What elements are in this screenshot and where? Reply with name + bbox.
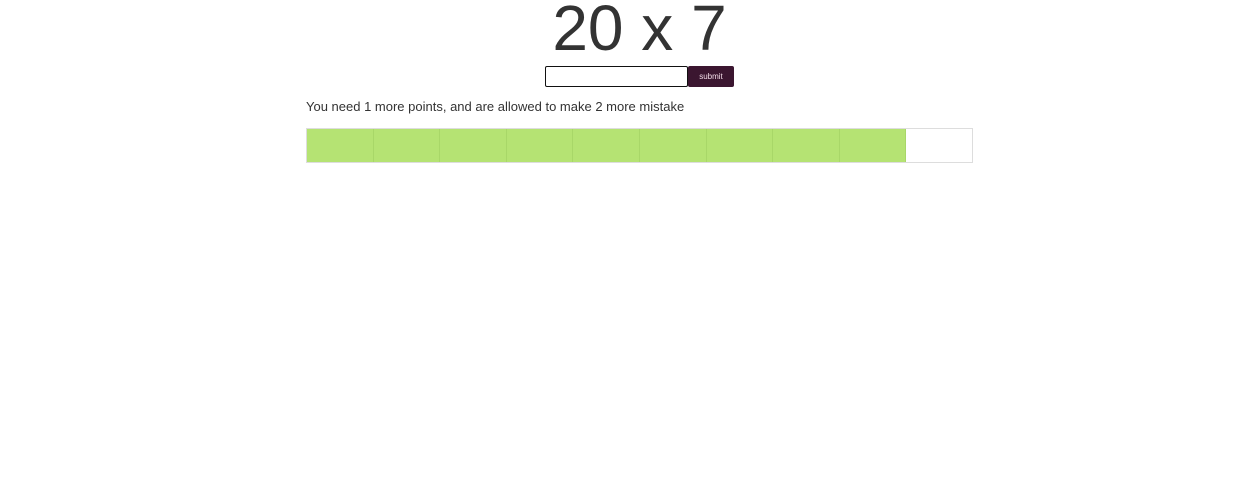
progress-segment-empty [906,129,972,162]
progress-segment-filled [639,129,707,162]
page: 20 x 7 submit You need 1 more points, an… [0,0,1253,496]
progress-segment-filled [573,129,640,162]
status-message: You need 1 more points, and are allowed … [306,99,685,114]
progress-segment-filled [506,129,574,162]
progress-segment-filled [773,129,840,162]
progress-segment-filled [373,129,441,162]
submit-button[interactable]: submit [688,66,734,87]
answer-input[interactable] [545,66,688,87]
progress-segment-filled [839,129,907,162]
progress-segment-filled [706,129,774,162]
math-problem: 20 x 7 [552,0,727,64]
progress-bar [306,128,973,163]
answer-form: submit [545,66,734,87]
progress-segment-filled [307,129,374,162]
progress-segment-filled [440,129,507,162]
